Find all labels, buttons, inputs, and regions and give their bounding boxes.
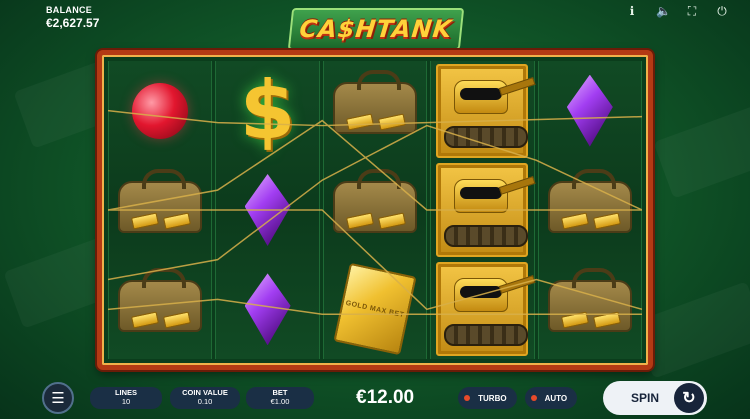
symbol-gold-bag <box>114 266 206 352</box>
symbol-tank <box>436 162 536 257</box>
turbo-indicator-icon <box>464 395 471 401</box>
balance-display: BALANCE €2,627.57 <box>46 5 99 30</box>
symbol-gold-bar: GOLD MAX BET <box>329 263 421 356</box>
money-bag <box>118 168 203 233</box>
symbol-amethyst <box>222 266 314 352</box>
spin-button[interactable]: SPIN ↻ <box>603 381 707 415</box>
symbol-amethyst <box>544 68 636 154</box>
symbol-gold-bag <box>329 68 421 154</box>
reel-frame: $ GOLD MAX BET <box>97 50 653 370</box>
reel-3: GOLD MAX BET <box>322 61 428 359</box>
control-bar: ☰ LINES 10 COIN VALUE 0.10 BET €1.00 €12… <box>42 381 707 415</box>
money-bag <box>547 268 632 333</box>
symbol-gold-bag <box>329 167 421 253</box>
reels: $ GOLD MAX BET <box>108 61 643 359</box>
auto-toggle[interactable]: AUTO <box>524 387 578 409</box>
bet-selector[interactable]: BET €1.00 <box>246 387 314 409</box>
turbo-toggle[interactable]: TURBO <box>458 387 517 409</box>
money-bag <box>118 268 203 333</box>
money-bag <box>333 168 418 233</box>
auto-indicator-icon <box>530 395 537 401</box>
sound-icon[interactable]: 🔈 <box>656 4 671 19</box>
turbo-label: TURBO <box>478 393 507 403</box>
spin-label: SPIN <box>631 391 660 405</box>
amethyst-gem <box>566 74 613 147</box>
symbol-tank <box>436 262 536 357</box>
reel-5 <box>537 61 643 359</box>
symbol-amethyst <box>222 167 314 253</box>
bet-value: €1.00 <box>270 397 290 406</box>
total-bet: €12.00 <box>356 387 415 408</box>
power-icon[interactable]: ⏻ <box>716 4 728 19</box>
top-icon-bar: ℹ 🔈 ⛶ ⏻ <box>626 4 728 19</box>
coin-value-value: 0.10 <box>197 397 213 406</box>
tank-icon <box>436 162 536 257</box>
background-note <box>653 101 750 199</box>
balance-label: BALANCE <box>46 5 93 15</box>
symbol-gold-bag <box>544 167 636 253</box>
info-icon[interactable]: ℹ <box>626 4 638 19</box>
symbol-gold-bag <box>114 167 206 253</box>
game-logo-text: CA$HTANK <box>298 15 454 43</box>
auto-label: AUTO <box>544 393 568 403</box>
gold-bar-text: GOLD MAX BET <box>333 263 417 356</box>
money-bag <box>333 69 418 134</box>
symbol-ruby <box>114 68 206 154</box>
symbol-tank <box>436 63 536 158</box>
money-bag <box>547 168 632 233</box>
symbol-gold-bag <box>544 266 636 352</box>
tank-icon <box>436 262 536 357</box>
amethyst-gem <box>244 273 291 346</box>
reel-1 <box>108 61 213 359</box>
symbol-dollar-sign: $ <box>222 64 314 157</box>
tank-icon <box>436 63 536 158</box>
balance-value: €2,627.57 <box>46 16 100 30</box>
ruby-gem <box>132 82 189 139</box>
coin-value-selector[interactable]: COIN VALUE 0.10 <box>170 387 240 409</box>
spin-icon: ↻ <box>674 383 704 413</box>
game-logo: CA$HTANK <box>287 8 465 50</box>
menu-button[interactable]: ☰ <box>42 382 74 414</box>
lines-value: 10 <box>121 397 131 406</box>
menu-icon: ☰ <box>51 390 65 407</box>
reel-4 <box>430 61 536 359</box>
reel-2: $ <box>215 61 320 359</box>
lines-selector[interactable]: LINES 10 <box>90 387 162 409</box>
dollar-sign-icon: $ <box>239 64 296 158</box>
fullscreen-icon[interactable]: ⛶ <box>686 4 698 19</box>
amethyst-gem <box>244 173 291 246</box>
